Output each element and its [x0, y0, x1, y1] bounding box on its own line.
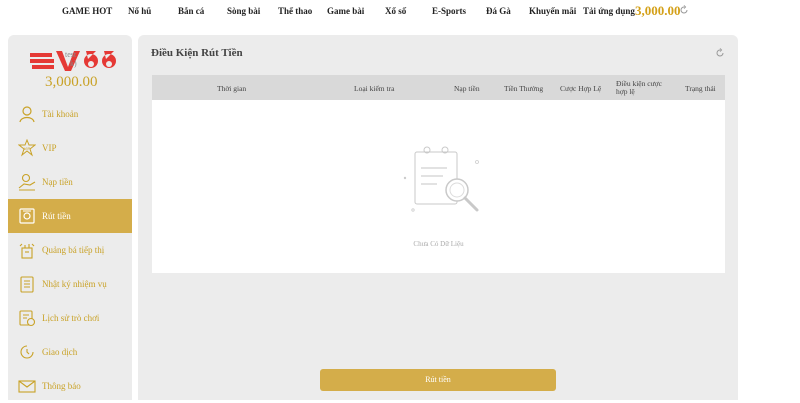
- sidebar-item-label: Nhật ký nhiệm vụ: [42, 279, 107, 289]
- table-body: Chưa Có Dữ Liệu: [152, 100, 725, 273]
- nav-game-bai[interactable]: Game bài: [327, 6, 364, 16]
- nav-ban-ca[interactable]: Bắn cá: [178, 6, 204, 16]
- top-navigation: GAME HOT Nổ hũ Bắn cá Sòng bài Thể thao …: [0, 0, 800, 24]
- sidebar-item-deposit[interactable]: Nạp tiền: [8, 165, 132, 199]
- column-header: Điều kiện cược hợp lệ: [616, 79, 662, 96]
- nav-tai-ung-dung[interactable]: Tải ứng dụng: [583, 6, 635, 16]
- withdraw-conditions-panel: Điều Kiện Rút Tiền Thời gian Loại kiểm t…: [138, 35, 738, 400]
- mail-icon: [18, 380, 36, 393]
- refresh-icon[interactable]: [715, 48, 725, 58]
- column-header: Loại kiểm tra: [354, 84, 395, 93]
- nav-xo-so[interactable]: Xổ số: [385, 6, 406, 16]
- empty-data-icon: [403, 146, 479, 212]
- page-title: Điều Kiện Rút Tiền: [151, 47, 243, 59]
- sidebar-item-task-log[interactable]: Nhật ký nhiệm vụ: [8, 267, 132, 301]
- sidebar-item-notifications[interactable]: Thông báo: [8, 369, 132, 403]
- sidebar-item-transaction[interactable]: Giao dịch: [8, 335, 132, 369]
- column-header: Thời gian: [217, 84, 247, 93]
- column-header: Trạng thái: [685, 84, 716, 93]
- nav-game-hot[interactable]: GAME HOT: [62, 6, 112, 16]
- nav-khuyen-mai[interactable]: Khuyến mãi: [529, 6, 576, 16]
- svg-text:VIP: VIP: [24, 146, 31, 151]
- username-sub: k): [70, 59, 77, 68]
- sidebar-item-label: Giao dịch: [42, 347, 78, 357]
- column-header: Cược Hợp Lệ: [560, 84, 602, 93]
- sidebar-item-label: Rút tiền: [42, 211, 71, 221]
- promotion-icon: [19, 243, 35, 259]
- sidebar-balance: 3,000.00: [45, 74, 98, 90]
- column-header: Nạp tiền: [454, 84, 480, 93]
- task-log-icon: [20, 276, 34, 293]
- transaction-icon: [20, 345, 34, 359]
- sidebar-item-vip[interactable]: VIP VIP: [8, 131, 132, 165]
- nav-song-bai[interactable]: Sòng bài: [227, 6, 260, 16]
- nav-the-thao[interactable]: Thể thao: [278, 6, 312, 16]
- withdraw-button[interactable]: Rút tiền: [320, 369, 556, 391]
- header-balance: 3,000.00: [635, 3, 681, 18]
- nav-no-hu[interactable]: Nổ hũ: [128, 6, 151, 16]
- withdraw-icon: [19, 208, 35, 224]
- sidebar-item-label: Thông báo: [42, 381, 81, 391]
- nav-esports[interactable]: E-Sports: [432, 6, 466, 16]
- table-header: Thời gian Loại kiểm tra Nạp tiền Tiền Th…: [152, 75, 725, 100]
- sidebar-item-promotion[interactable]: Quảng bá tiếp thị: [8, 233, 132, 267]
- nav-da-ga[interactable]: Đá Gà: [486, 6, 511, 16]
- sidebar-item-label: VIP: [42, 143, 57, 153]
- sidebar-item-label: Quảng bá tiếp thị: [42, 245, 105, 255]
- vip-icon: VIP: [18, 139, 36, 157]
- username: test: [65, 50, 77, 59]
- user-icon: [19, 106, 35, 123]
- empty-state-text: Chưa Có Dữ Liệu: [413, 240, 464, 248]
- sidebar-item-label: Nạp tiền: [42, 177, 73, 187]
- sidebar-item-label: Tài khoản: [42, 109, 79, 119]
- account-sidebar: test k) 3,000.00 Tài khoản VIP VIP Nạp t…: [8, 35, 132, 400]
- sidebar-item-game-history[interactable]: Lịch sử trò chơi: [8, 301, 132, 335]
- game-history-icon: [19, 310, 36, 327]
- sidebar-item-label: Lịch sử trò chơi: [42, 313, 100, 323]
- sidebar-item-withdraw[interactable]: Rút tiền: [8, 199, 132, 233]
- column-header: Tiền Thưởng: [504, 84, 544, 93]
- refresh-icon[interactable]: [679, 5, 689, 15]
- deposit-icon: [18, 173, 36, 191]
- sv66-logo: [30, 51, 116, 71]
- sidebar-item-account[interactable]: Tài khoản: [8, 97, 132, 131]
